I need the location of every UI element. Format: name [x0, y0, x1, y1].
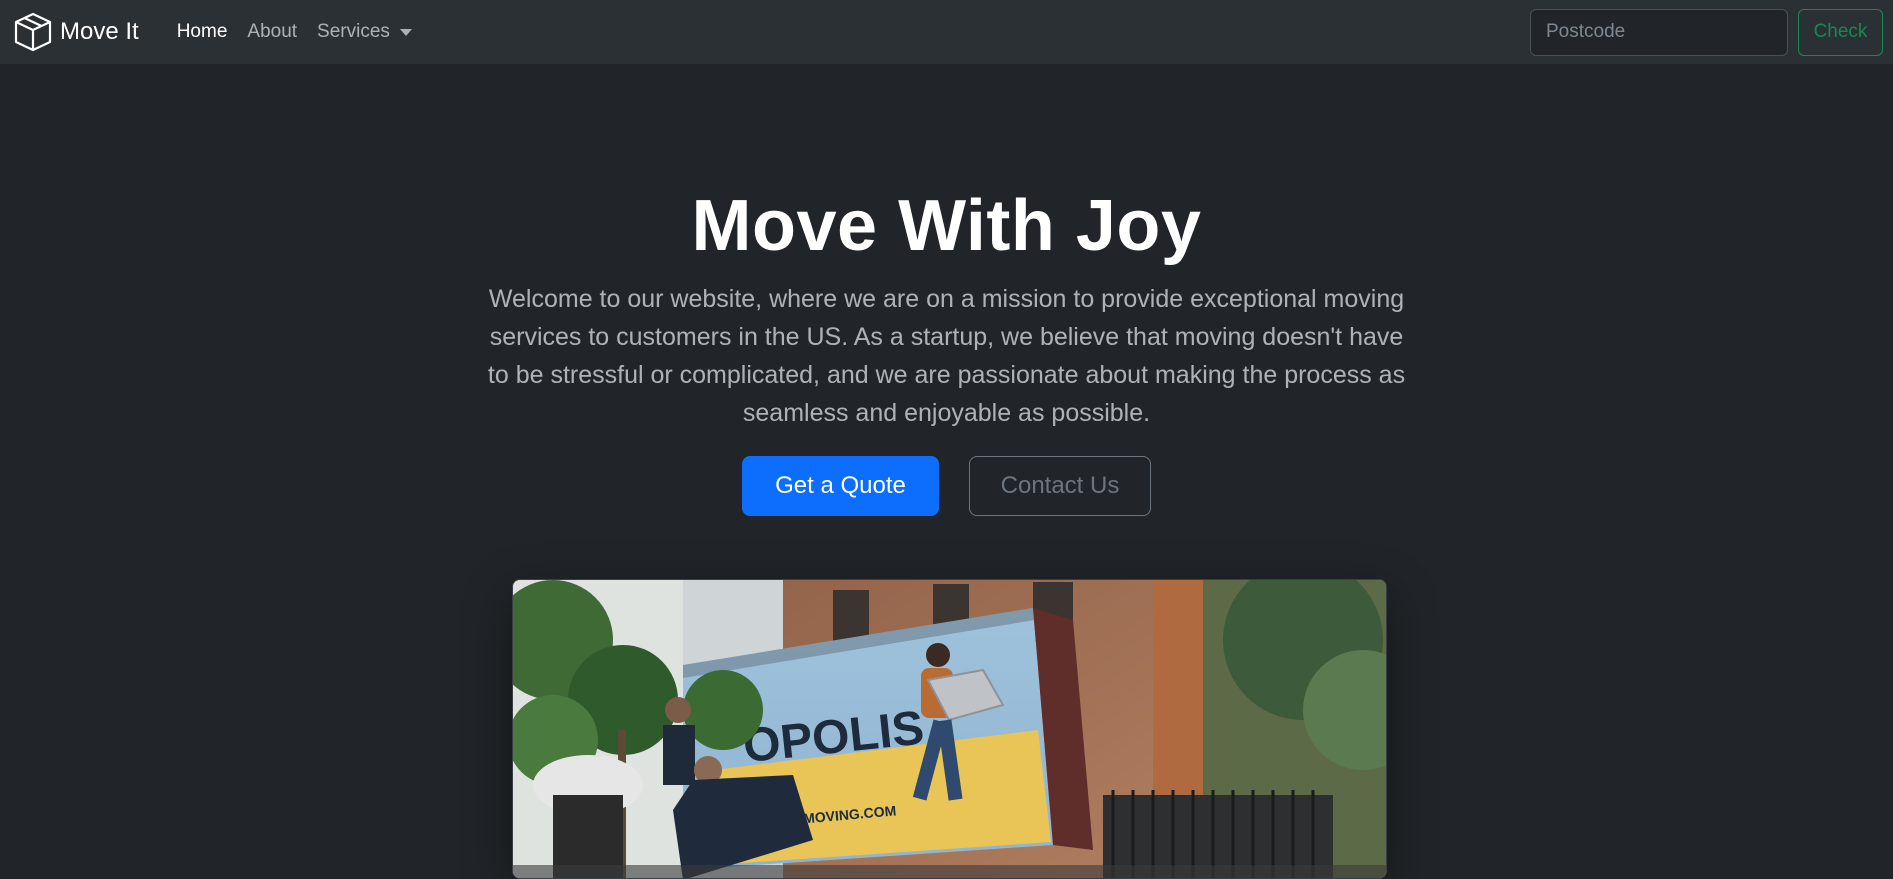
- hero-lead: Welcome to our website, where we are on …: [487, 285, 1406, 427]
- nav-dropdown-services[interactable]: Services: [307, 13, 422, 51]
- nav-link-about[interactable]: About: [237, 13, 307, 51]
- nav-link-home[interactable]: Home: [167, 13, 238, 51]
- navbar: Move It Home About Services Check: [0, 0, 1893, 64]
- brand-name: Move It: [60, 18, 139, 45]
- check-button[interactable]: Check: [1798, 8, 1883, 56]
- nav-link-services-label: Services: [317, 21, 390, 42]
- box-icon: [14, 12, 52, 52]
- hero-title: Move With Joy: [691, 186, 1202, 266]
- hero-image: OPOLIS MOVING.COM: [512, 579, 1387, 879]
- postcode-input[interactable]: [1530, 8, 1788, 56]
- hero-buttons: Get a Quote Contact Us: [0, 456, 1893, 516]
- nav-links: Home About Services: [167, 13, 422, 51]
- hero-section: Move With Joy Welcome to our website, wh…: [0, 64, 1893, 516]
- contact-us-button[interactable]: Contact Us: [969, 456, 1151, 516]
- brand-link[interactable]: Move It: [12, 11, 139, 53]
- get-quote-button[interactable]: Get a Quote: [742, 456, 939, 516]
- caret-down-icon: [399, 28, 412, 36]
- moving-truck-illustration: OPOLIS MOVING.COM: [513, 580, 1386, 878]
- postcode-form: Check: [1530, 8, 1883, 56]
